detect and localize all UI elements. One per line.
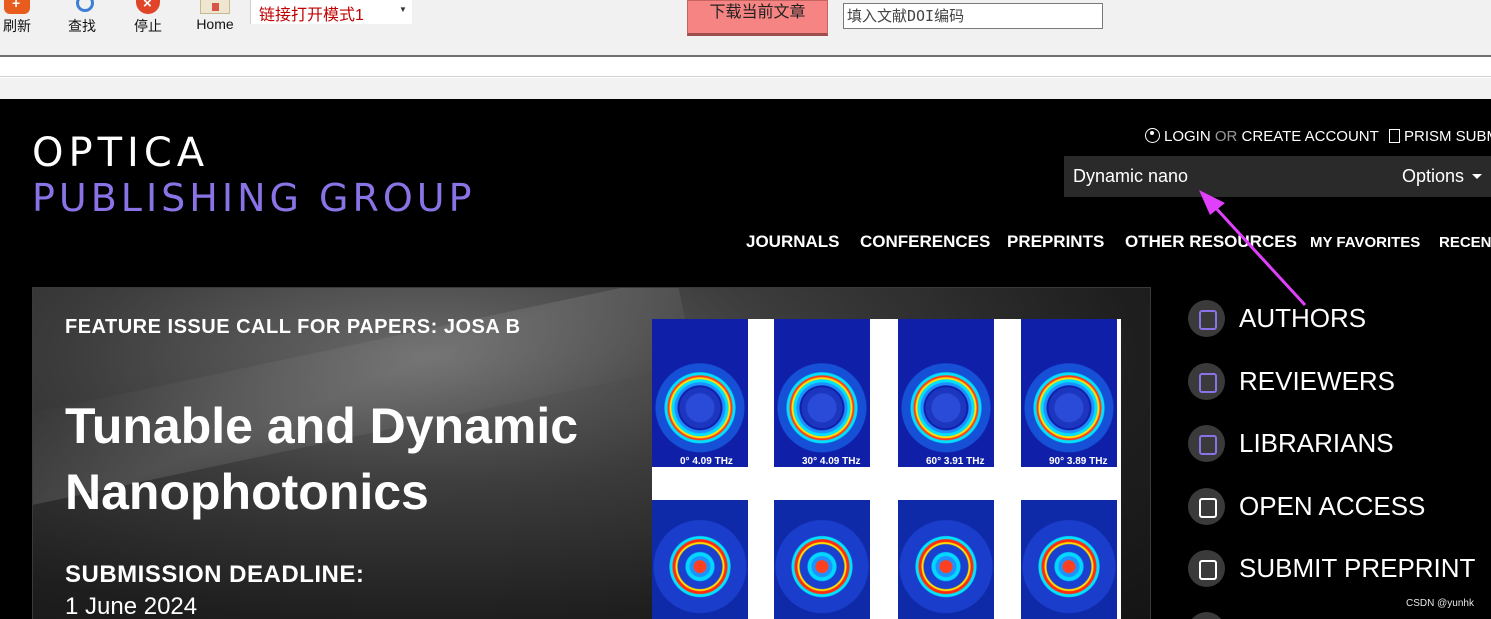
side-item-label: LIBRARIANS xyxy=(1239,428,1394,458)
nav-journals[interactable]: JOURNALS xyxy=(746,232,840,252)
side-item-submit-preprint[interactable]: SUBMIT PREPRINT xyxy=(1188,550,1475,587)
site-search-input[interactable] xyxy=(1064,156,1384,197)
refresh-icon xyxy=(4,0,30,14)
figure-panel: 30° 4.09 THz xyxy=(774,319,870,467)
home-label: Home xyxy=(196,16,234,32)
find-label: 查找 xyxy=(68,18,96,34)
doi-input[interactable] xyxy=(843,3,1103,29)
logo-publishing-group[interactable]: PUBLISHING GROUP xyxy=(32,179,476,217)
nav-recent[interactable]: RECENT xyxy=(1439,234,1491,251)
figure-panel xyxy=(1021,500,1117,619)
side-item-label: OPEN ACCESS xyxy=(1239,491,1426,521)
site-search-bar: Options xyxy=(1064,156,1491,197)
hero-title: Tunable and Dynamic Nanophotonics xyxy=(65,398,579,520)
hero-figure: 0° 4.09 THz 30° 4.09 THz 60° 3.91 THz 90… xyxy=(652,319,1121,619)
prism-label: PRISM SUBM xyxy=(1404,128,1491,145)
deadline-date: 1 June 2024 xyxy=(65,593,198,619)
figure-caption: 0° 4.09 THz xyxy=(680,456,733,467)
nav-my-favorites[interactable]: MY FAVORITES xyxy=(1310,234,1420,251)
watermark: CSDN @yunhk xyxy=(1406,598,1474,609)
figure-panel: 60° 3.91 THz xyxy=(898,319,994,467)
stop-icon xyxy=(136,0,160,14)
figure-caption: 30° 4.09 THz xyxy=(802,456,861,467)
side-item-authors[interactable]: AUTHORS xyxy=(1188,300,1366,337)
or-text: OR xyxy=(1214,128,1238,145)
host-toolbar: 刷新 查找 停止 Home 链接打开模式1 ▼ 下载当前文章 xyxy=(0,0,1491,57)
stop-label: 停止 xyxy=(134,18,162,34)
caret-down-icon xyxy=(1472,174,1483,179)
figure-panel xyxy=(898,500,994,619)
refresh-label: 刷新 xyxy=(3,18,31,34)
logo-optica[interactable]: OPTICA xyxy=(32,133,209,173)
more-icon xyxy=(1188,612,1225,619)
browser-strip-gray xyxy=(0,78,1491,99)
hero-banner[interactable]: FEATURE ISSUE CALL FOR PAPERS: JOSA B Tu… xyxy=(32,287,1151,619)
figure-caption: 90° 3.89 THz xyxy=(1049,456,1108,467)
pen-icon xyxy=(1188,300,1225,337)
login-link[interactable]: LOGIN xyxy=(1164,128,1211,145)
refresh-button[interactable]: 刷新 xyxy=(0,0,34,36)
document-icon xyxy=(1389,129,1400,143)
figure-panel: 0° 4.09 THz xyxy=(652,319,748,467)
prism-submission-link[interactable]: PRISM SUBM xyxy=(1389,128,1491,145)
open-lock-icon xyxy=(1188,488,1225,525)
figure-panel: 90° 3.89 THz xyxy=(1021,319,1117,467)
nav-preprints[interactable]: PREPRINTS xyxy=(1007,232,1104,252)
home-button[interactable]: Home xyxy=(190,0,240,32)
nav-other-resources[interactable]: OTHER RESOURCES xyxy=(1125,232,1297,252)
stop-button[interactable]: 停止 xyxy=(130,0,166,36)
magnifier-icon xyxy=(69,0,95,14)
browser-strip xyxy=(0,59,1491,77)
side-item-label: SUBMIT PREPRINT xyxy=(1239,553,1476,583)
user-check-icon xyxy=(1188,363,1225,400)
nav-conferences[interactable]: CONFERENCES xyxy=(860,232,990,252)
books-icon xyxy=(1188,425,1225,462)
home-icon xyxy=(200,0,230,14)
find-button[interactable]: 查找 xyxy=(64,0,100,36)
figure-caption: 60° 3.91 THz xyxy=(926,456,985,467)
side-item-librarians[interactable]: LIBRARIANS xyxy=(1188,425,1394,462)
side-item-label: REVIEWERS xyxy=(1239,366,1396,396)
options-label: Options xyxy=(1402,166,1465,186)
link-mode-value: 链接打开模式1 xyxy=(259,7,364,24)
optica-site: OPTICA PUBLISHING GROUP LOGIN OR CREATE … xyxy=(0,99,1491,619)
link-mode-select[interactable]: 链接打开模式1 ▼ xyxy=(250,0,412,24)
side-item-label: AUTHORS xyxy=(1239,303,1367,333)
create-account-link[interactable]: CREATE ACCOUNT xyxy=(1242,128,1379,145)
side-item-open-access[interactable]: OPEN ACCESS xyxy=(1188,488,1425,525)
account-links: LOGIN OR CREATE ACCOUNT xyxy=(1145,128,1379,145)
dropdown-arrow-icon[interactable]: ▼ xyxy=(396,0,410,22)
side-item-reviewers[interactable]: REVIEWERS xyxy=(1188,363,1395,400)
figure-panel xyxy=(774,500,870,619)
figure-panel xyxy=(652,500,748,619)
edit-icon xyxy=(1188,550,1225,587)
search-options-button[interactable]: Options xyxy=(1402,156,1483,197)
side-item-more[interactable] xyxy=(1188,612,1239,619)
hero-kicker: FEATURE ISSUE CALL FOR PAPERS: JOSA B xyxy=(65,316,521,338)
user-circle-icon xyxy=(1145,128,1160,143)
deadline-label: SUBMISSION DEADLINE: xyxy=(65,561,365,588)
download-article-button[interactable]: 下载当前文章 xyxy=(687,0,828,36)
